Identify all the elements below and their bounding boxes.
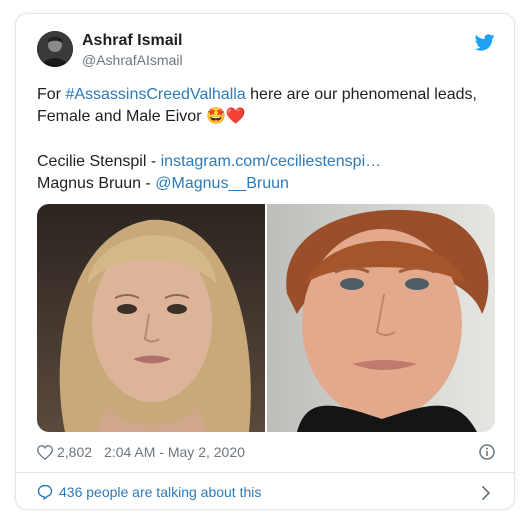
speech-bubble-icon [37, 484, 53, 500]
twitter-bird-icon[interactable] [475, 34, 495, 51]
tweet-card: Ashraf Ismail @AshrafAIsmail For #Assass… [15, 13, 515, 510]
credit-line-2: Magnus Bruun - @Magnus__Bruun [37, 173, 289, 194]
photo-male-eivor [267, 204, 495, 432]
divider [16, 472, 514, 473]
credit-line-1: Cecilie Stenspil - instagram.com/cecilie… [37, 151, 381, 172]
tweet-text: Female and Male Eivor [37, 108, 206, 125]
hashtag-link[interactable]: #AssassinsCreedValhalla [65, 86, 245, 103]
timestamp[interactable]: 2:04 AM - May 2, 2020 [104, 444, 245, 460]
conversation-text[interactable]: 436 people are talking about this [59, 484, 261, 500]
conversation-link[interactable]: 436 people are talking about this [37, 484, 261, 500]
tweet-text: For [37, 86, 66, 103]
credit-name: Magnus Bruun - [37, 175, 156, 192]
author-name[interactable]: Ashraf Ismail [82, 32, 182, 50]
emoji: 🤩❤️ [205, 108, 246, 125]
like-count[interactable]: 2,802 [57, 444, 92, 460]
author-handle[interactable]: @AshrafAIsmail [82, 52, 183, 68]
credit-name: Cecilie Stenspil - [37, 153, 161, 170]
instagram-link[interactable]: instagram.com/ceciliestenspi… [161, 153, 382, 170]
tweet-media[interactable] [37, 204, 495, 432]
heart-icon[interactable] [37, 444, 53, 460]
tweet-text: here are our phenomenal leads, [245, 86, 477, 103]
chevron-right-icon[interactable] [481, 486, 491, 500]
photo-female-eivor [37, 204, 265, 432]
avatar[interactable] [37, 31, 73, 67]
mention-link[interactable]: @Magnus__Bruun [155, 175, 289, 192]
info-icon[interactable] [479, 444, 495, 460]
tweet-text-line-2: Female and Male Eivor 🤩❤️ [37, 106, 246, 127]
tweet-meta: 2,802 2:04 AM - May 2, 2020 [37, 444, 245, 460]
tweet-text-line-1: For #AssassinsCreedValhalla here are our… [37, 84, 477, 105]
